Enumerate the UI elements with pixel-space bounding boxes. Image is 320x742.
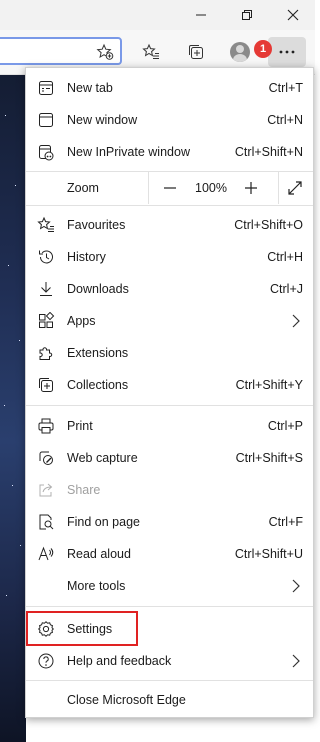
menu-divider [26, 205, 313, 206]
menu-item-extensions[interactable]: Extensions [26, 337, 313, 369]
menu-item-label: Web capture [67, 451, 138, 465]
page-background [0, 75, 26, 742]
menu-item-new-inprivate-window[interactable]: New InPrivate window Ctrl+Shift+N [26, 136, 313, 168]
menu-divider [26, 405, 313, 406]
menu-item-new-tab[interactable]: New tab Ctrl+T [26, 72, 313, 104]
menu-item-label: New InPrivate window [67, 145, 190, 159]
menu-item-label: Help and feedback [67, 654, 172, 668]
zoom-value: 100% [195, 181, 227, 195]
history-icon [37, 248, 55, 266]
print-icon [37, 417, 55, 435]
menu-item-web-capture[interactable]: Web capture Ctrl+Shift+S [26, 442, 313, 474]
minimize-icon [195, 9, 207, 21]
plus-icon [244, 181, 258, 195]
restore-icon [241, 9, 253, 21]
menu-item-label: Collections [67, 378, 129, 392]
menu-item-find-on-page[interactable]: Find on page Ctrl+F [26, 506, 313, 538]
favourites-icon [142, 43, 160, 61]
full-screen-button[interactable] [282, 176, 308, 200]
collections-icon [187, 43, 205, 61]
address-bar[interactable] [0, 37, 122, 65]
zoom-divider [278, 172, 279, 204]
menu-item-label: Favourites [67, 218, 126, 232]
zoom-row: Zoom 100% [26, 172, 313, 204]
menu-divider [26, 680, 313, 681]
share-icon [37, 481, 55, 499]
menu-item-label: Apps [67, 314, 96, 328]
add-favourite-icon[interactable] [96, 43, 114, 61]
menu-item-shortcut: Ctrl+H [267, 250, 303, 264]
settings-highlight-box [26, 611, 138, 646]
settings-and-more-menu: New tab Ctrl+T New window Ctrl+N New InP… [25, 67, 314, 718]
favourites-icon [37, 216, 55, 234]
title-bar [0, 0, 315, 30]
new-tab-icon [37, 79, 55, 97]
menu-item-read-aloud[interactable]: Read aloud Ctrl+Shift+U [26, 538, 313, 570]
inprivate-icon [37, 143, 55, 161]
full-screen-icon [287, 180, 303, 196]
zoom-out-button[interactable] [157, 176, 183, 200]
menu-item-shortcut: Ctrl+Shift+Y [235, 378, 303, 392]
menu-item-shortcut: Ctrl+T [268, 81, 303, 95]
close-icon [287, 9, 299, 21]
chevron-right-icon [291, 313, 301, 329]
zoom-in-button[interactable] [238, 176, 264, 200]
menu-item-shortcut: Ctrl+Shift+O [234, 218, 303, 232]
restore-button[interactable] [224, 0, 270, 30]
menu-item-more-tools[interactable]: More tools [26, 570, 313, 602]
settings-and-more-button[interactable] [268, 37, 306, 67]
menu-item-apps[interactable]: Apps [26, 305, 313, 337]
find-icon [37, 513, 55, 531]
menu-item-label: Downloads [67, 282, 129, 296]
menu-item-label: More tools [67, 579, 126, 593]
menu-item-label: Read aloud [67, 547, 131, 561]
new-window-icon [37, 111, 55, 129]
menu-item-label: New tab [67, 81, 113, 95]
menu-item-collections[interactable]: Collections Ctrl+Shift+Y [26, 369, 313, 401]
extensions-icon [37, 344, 55, 362]
menu-item-label: Close Microsoft Edge [67, 693, 186, 707]
menu-item-favourites[interactable]: Favourites Ctrl+Shift+O [26, 209, 313, 241]
chevron-right-icon [291, 653, 301, 669]
chevron-right-icon [291, 578, 301, 594]
menu-item-label: Print [67, 419, 93, 433]
minimize-button[interactable] [178, 0, 224, 30]
menu-item-history[interactable]: History Ctrl+H [26, 241, 313, 273]
menu-item-help-and-feedback[interactable]: Help and feedback [26, 645, 313, 677]
menu-item-label: Find on page [67, 515, 140, 529]
zoom-label: Zoom [67, 181, 99, 195]
menu-divider [26, 606, 313, 607]
menu-item-label: Extensions [67, 346, 129, 360]
apps-icon [37, 312, 55, 330]
zoom-divider [148, 172, 149, 204]
menu-item-shortcut: Ctrl+Shift+S [235, 451, 303, 465]
profile-icon [230, 42, 250, 62]
menu-item-shortcut: Ctrl+N [267, 113, 303, 127]
menu-item-label: New window [67, 113, 138, 127]
close-window-button[interactable] [270, 0, 316, 30]
step-badge-1: 1 [254, 40, 272, 58]
more-icon [278, 49, 296, 55]
menu-item-shortcut: Ctrl+F [268, 515, 303, 529]
read-aloud-icon [37, 545, 55, 563]
menu-item-shortcut: Ctrl+P [267, 419, 303, 433]
menu-item-label: History [67, 250, 106, 264]
menu-item-close-microsoft-edge[interactable]: Close Microsoft Edge [26, 684, 313, 716]
collections-button[interactable] [180, 37, 212, 67]
collections-icon [37, 376, 55, 394]
menu-item-print[interactable]: Print Ctrl+P [26, 410, 313, 442]
web-capture-icon [37, 449, 55, 467]
downloads-icon [37, 280, 55, 298]
menu-item-shortcut: Ctrl+J [270, 282, 303, 296]
profile-button[interactable] [224, 37, 256, 67]
menu-item-label: Share [67, 483, 101, 497]
menu-item-downloads[interactable]: Downloads Ctrl+J [26, 273, 313, 305]
favourites-button[interactable] [135, 37, 167, 67]
help-icon [37, 652, 55, 670]
minus-icon [163, 181, 177, 195]
menu-item-shortcut: Ctrl+Shift+N [234, 145, 303, 159]
menu-item-shortcut: Ctrl+Shift+U [234, 547, 303, 561]
menu-item-share[interactable]: Share [26, 474, 313, 506]
menu-item-new-window[interactable]: New window Ctrl+N [26, 104, 313, 136]
